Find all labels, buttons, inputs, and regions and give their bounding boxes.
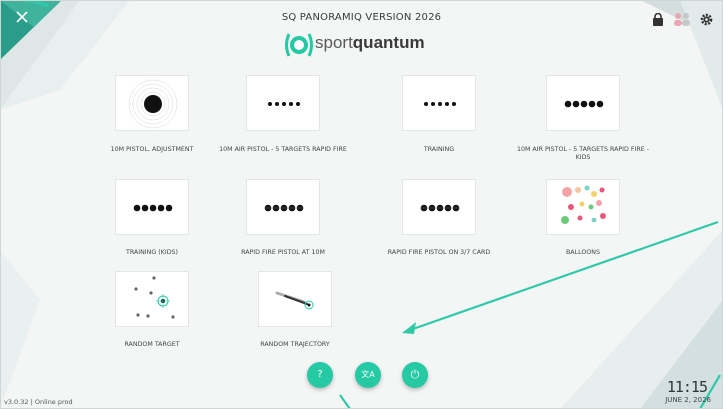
tile-10m-air-pistol-rapid-fire[interactable]: [246, 75, 320, 131]
tile-label: RAPID FIRE PISTOL AT 10M: [241, 249, 325, 256]
tile-rapid-fire-pistol-10m[interactable]: [246, 179, 320, 235]
sportquantum-logo: sportquantum: [283, 30, 463, 60]
top-icon-bar: [652, 11, 713, 30]
version-info: v3.0.32 | Online prod: [4, 398, 73, 406]
power-button[interactable]: ⏻: [402, 362, 428, 388]
five-small-dots-icon: [268, 102, 300, 106]
tile-label: BALLOONS: [565, 249, 601, 256]
tile-10m-air-pistol-kids[interactable]: [546, 75, 620, 131]
tile-label: RANDOM TRAJECTORY: [260, 341, 330, 348]
logo-text: sportquantum: [315, 33, 425, 52]
tile-label: 10M PISTOL, ADJUSTMENT: [110, 146, 194, 153]
five-ringed-dots-icon: [420, 204, 460, 212]
tile-rapid-fire-pistol-3-7-card[interactable]: [402, 179, 476, 235]
tile-label: TRAINING: [423, 146, 455, 153]
tile-random-trajectory[interactable]: [258, 271, 332, 327]
tile-label: RAPID FIRE PISTOL ON 3/7 CARD: [387, 249, 491, 256]
five-small-dots-icon: [424, 102, 456, 106]
gear-icon[interactable]: [700, 11, 713, 30]
app-title: SQ PANORAMIQ VERSION 2026: [281, 12, 442, 23]
tile-label: TRAINING (KIDS): [125, 249, 179, 256]
tile-10m-pistol-adjustment[interactable]: [115, 75, 189, 131]
tile-label: RANDOM TARGET: [124, 341, 180, 348]
tile-training[interactable]: [402, 75, 476, 131]
random-trajectory-icon: [275, 291, 314, 310]
clock-date: JUNE 2, 2026: [665, 396, 711, 404]
users-icon[interactable]: [672, 11, 692, 30]
help-icon: ?: [317, 369, 323, 380]
balloons-icon: [561, 185, 606, 224]
tile-random-target[interactable]: [115, 271, 189, 327]
clock-time: 11:15: [666, 378, 708, 396]
tile-label: 10M AIR PISTOL - 5 TARGETS RAPID FIRE: [219, 146, 347, 153]
five-ringed-dots-icon: [264, 204, 304, 212]
language-button[interactable]: 文A: [355, 362, 381, 388]
lock-icon[interactable]: [652, 11, 664, 30]
translate-icon: 文A: [361, 370, 375, 379]
help-button[interactable]: ?: [307, 362, 333, 388]
tile-training-kids[interactable]: [115, 179, 189, 235]
tile-label: 10M AIR PISTOL - 5 TARGETS RAPID FIRE - …: [516, 146, 650, 161]
five-large-dots-icon: [133, 204, 173, 212]
random-target-icon: [134, 276, 175, 319]
five-large-dots-icon: [564, 100, 604, 108]
logo-icon: [285, 33, 313, 57]
power-icon: ⏻: [410, 368, 420, 381]
pistol-target-icon: [128, 79, 178, 129]
tile-balloons[interactable]: [546, 179, 620, 235]
